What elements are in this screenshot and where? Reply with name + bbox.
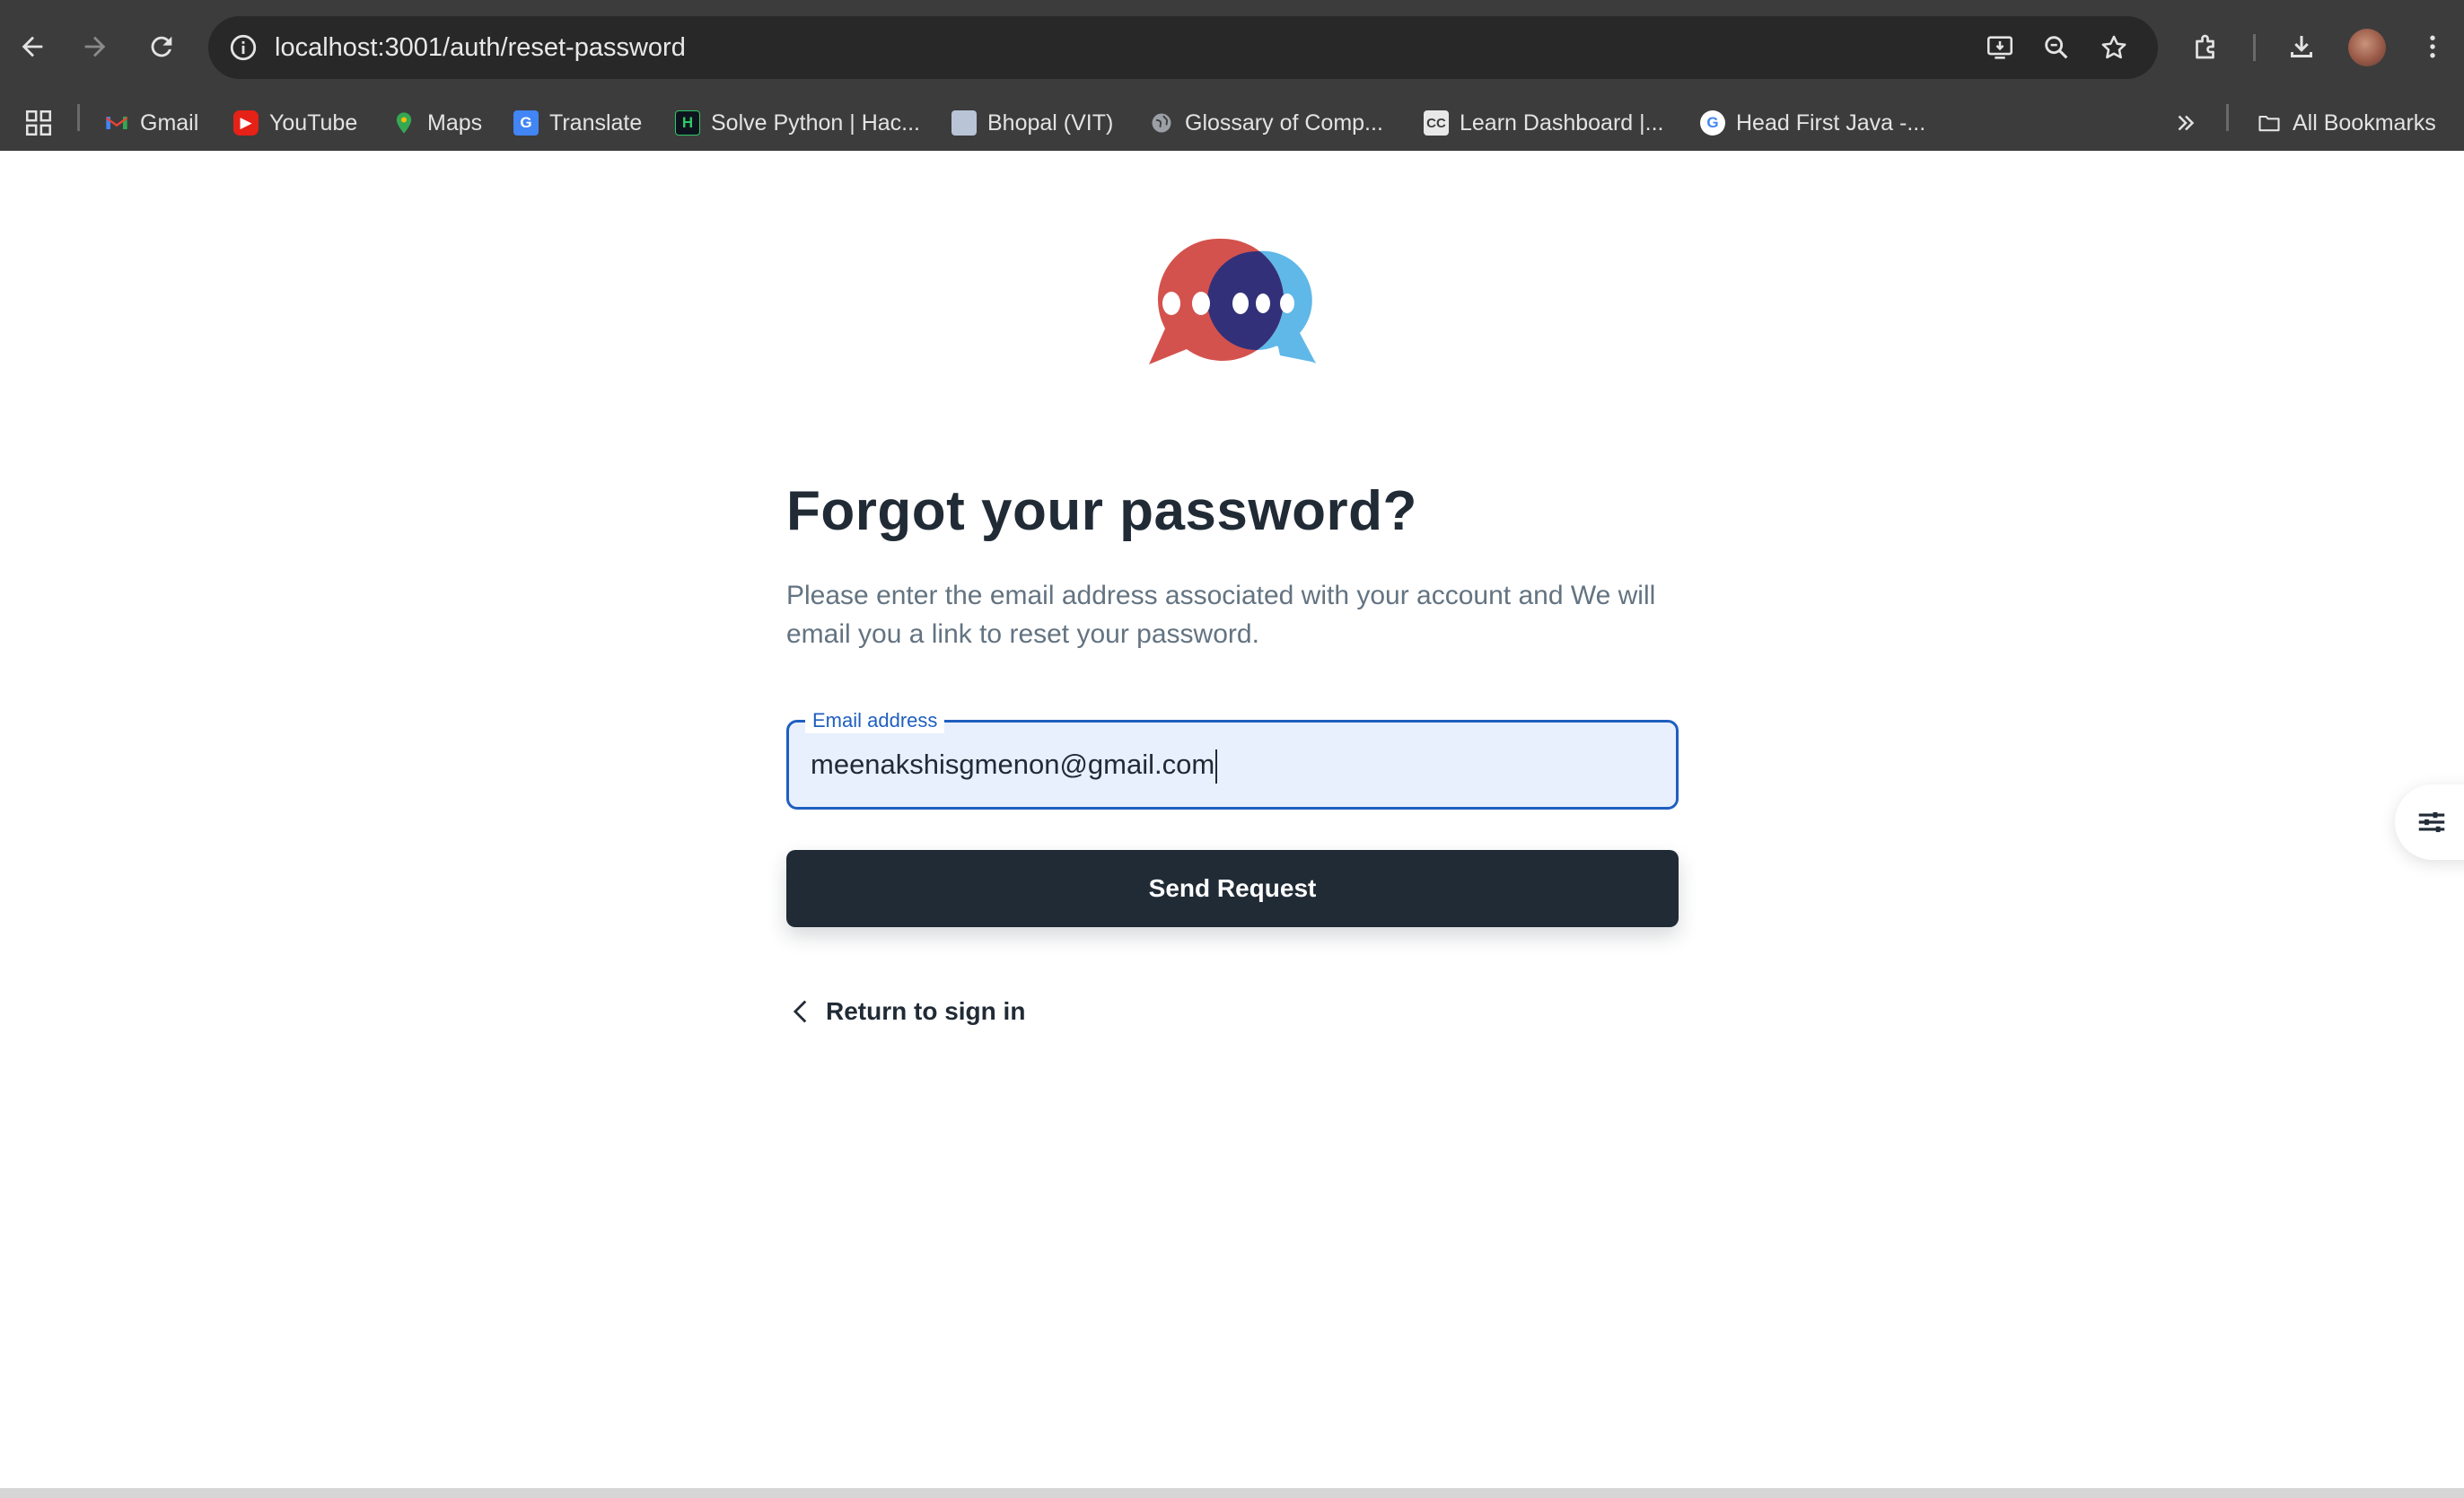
browser-chrome: localhost:3001/auth/reset-password Gmail…	[0, 0, 2464, 151]
profile-avatar[interactable]	[2348, 29, 2386, 66]
site-info-icon[interactable]	[221, 25, 266, 70]
hackerrank-icon: H	[675, 110, 700, 136]
reload-button[interactable]	[135, 20, 189, 74]
email-input[interactable]: meenakshisgmenon@gmail.com	[811, 723, 1218, 807]
settings-drawer-button[interactable]	[2395, 784, 2464, 860]
window-bottom-edge	[0, 1488, 2464, 1498]
apps-icon[interactable]	[23, 95, 54, 151]
extensions-icon[interactable]	[2183, 23, 2230, 70]
reset-password-page: Forgot your password? Please enter the e…	[0, 151, 2464, 1488]
more-menu-icon[interactable]	[2409, 23, 2456, 70]
return-to-sign-in-link[interactable]: Return to sign in	[786, 989, 1025, 1034]
bookmark-hackerrank[interactable]: H Solve Python | Hac...	[675, 95, 920, 151]
translate-icon: G	[513, 110, 539, 136]
bookmarks-divider	[2226, 104, 2229, 131]
all-bookmarks-button[interactable]: All Bookmarks	[2257, 95, 2436, 151]
page-icon	[951, 110, 977, 136]
bookmark-head-first-java[interactable]: G Head First Java -...	[1700, 95, 1925, 151]
install-app-icon[interactable]	[1979, 27, 2021, 68]
bookmark-maps[interactable]: Maps	[391, 95, 482, 151]
bookmarks-divider	[77, 104, 80, 131]
email-field[interactable]: Email address meenakshisgmenon@gmail.com	[786, 708, 1679, 810]
folder-icon	[2257, 110, 2282, 136]
youtube-icon: ▶	[233, 110, 259, 136]
sliders-icon	[2418, 811, 2445, 833]
url-text[interactable]: localhost:3001/auth/reset-password	[275, 16, 686, 79]
reload-icon	[151, 36, 172, 57]
bookmark-learn-dashboard[interactable]: CC Learn Dashboard |...	[1424, 95, 1663, 151]
forward-button[interactable]	[68, 20, 122, 74]
page-title: Forgot your password?	[786, 480, 1417, 542]
globe-icon	[1149, 110, 1174, 136]
back-button[interactable]	[5, 20, 59, 74]
bookmark-gmail[interactable]: Gmail	[104, 95, 198, 151]
bookmarks-overflow-icon[interactable]	[2172, 95, 2199, 151]
maps-icon	[391, 110, 417, 136]
arrow-right-icon	[84, 36, 106, 57]
page-description: Please enter the email address associate…	[786, 581, 1656, 649]
chat-logo-icon	[1149, 238, 1316, 364]
chevron-left-icon	[793, 1000, 807, 1023]
toolbar-divider	[2253, 34, 2256, 61]
bookmark-translate[interactable]: G Translate	[513, 95, 642, 151]
zoom-icon[interactable]	[2036, 27, 2077, 68]
send-request-button[interactable]: Send Request	[786, 850, 1679, 927]
bookmarks-bar: Gmail ▶ YouTube Maps G Translate H Solve…	[0, 95, 2464, 151]
text-caret	[1215, 749, 1218, 784]
gmail-icon	[104, 110, 129, 136]
google-icon: G	[1700, 110, 1725, 136]
address-bar[interactable]: localhost:3001/auth/reset-password	[208, 16, 2158, 79]
browser-toolbar: localhost:3001/auth/reset-password	[0, 0, 2464, 95]
bookmark-glossary[interactable]: Glossary of Comp...	[1149, 95, 1383, 151]
cc-icon: CC	[1424, 110, 1449, 136]
bookmark-star-icon[interactable]	[2093, 27, 2135, 68]
arrow-left-icon	[22, 36, 43, 57]
bookmark-bhopal[interactable]: Bhopal (VIT)	[951, 95, 1113, 151]
return-label: Return to sign in	[826, 997, 1026, 1025]
download-icon[interactable]	[2278, 23, 2325, 70]
bookmark-youtube[interactable]: ▶ YouTube	[233, 95, 357, 151]
